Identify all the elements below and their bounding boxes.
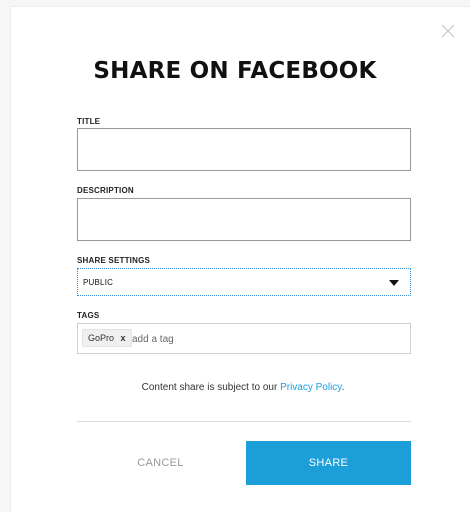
dialog-title: SHARE ON FACEBOOK xyxy=(93,58,377,84)
policy-suffix: . xyxy=(341,382,345,393)
share-settings-label: SHARE SETTINGS xyxy=(77,256,151,265)
title-field[interactable] xyxy=(77,128,411,171)
share-button[interactable]: SHARE xyxy=(246,441,411,485)
close-button[interactable] xyxy=(439,22,457,40)
tag-remove-button[interactable]: x xyxy=(121,333,126,343)
title-label: TITLE xyxy=(77,117,101,126)
tag-input[interactable] xyxy=(132,331,332,347)
tag-label: GoPro xyxy=(88,333,115,343)
divider xyxy=(77,421,411,422)
close-icon xyxy=(441,24,455,38)
caret-down-icon xyxy=(389,280,399,286)
tag-chip: GoPro x xyxy=(82,329,132,347)
tags-field[interactable]: GoPro x xyxy=(77,323,411,354)
policy-notice: Content share is subject to our Privacy … xyxy=(0,382,470,393)
privacy-policy-link[interactable]: Privacy Policy xyxy=(280,382,342,393)
policy-text: Content share is subject to our xyxy=(141,382,281,393)
description-label: DESCRIPTION xyxy=(77,186,134,195)
description-field[interactable] xyxy=(77,198,411,241)
cancel-button[interactable]: CANCEL xyxy=(77,441,244,485)
tags-label: TAGS xyxy=(77,311,100,320)
share-settings-select[interactable]: PUBLIC xyxy=(77,268,411,296)
share-settings-value: PUBLIC xyxy=(83,278,114,287)
